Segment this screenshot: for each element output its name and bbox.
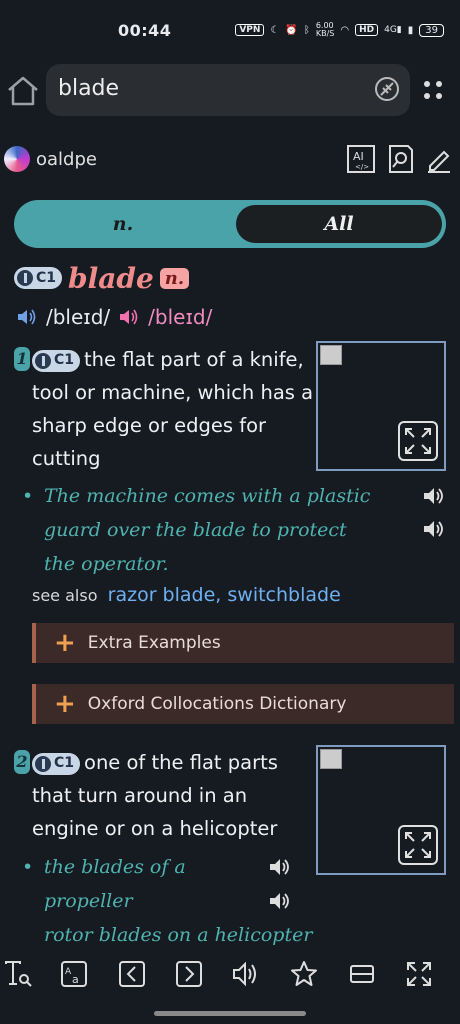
sense-number: 2 (14, 750, 30, 774)
expand-icon[interactable] (398, 421, 438, 461)
ipa-uk: /bleɪd/ (46, 305, 111, 329)
status-icons: VPN ☾ ⏰ ᛒ 6.00 KB/S ◠ HD 4G▮ ▮ 39 (235, 22, 444, 38)
key-icon (35, 352, 51, 369)
definition: C1 one of the flat parts that turn around… (32, 746, 317, 845)
moon-icon: ☾ (270, 24, 280, 36)
search-doc-icon[interactable] (386, 144, 416, 174)
dictionary-name[interactable]: oaldpe (36, 149, 97, 170)
net-speed: 6.00 KB/S (315, 21, 335, 38)
level-text: C1 (36, 270, 57, 286)
home-indicator[interactable] (154, 1011, 306, 1016)
pronunciation-row: /bleɪd/ /bleɪd/ (16, 302, 212, 332)
tab-noun[interactable]: n. (14, 200, 232, 248)
example: The machine comes with a plastic guard o… (44, 485, 371, 575)
svg-text:</>: </> (355, 163, 369, 171)
example-speaker-us-icon[interactable] (422, 518, 446, 540)
split-view-icon[interactable] (348, 960, 376, 988)
example-list-2b: • rotor blades on a helicopter (32, 924, 332, 946)
signal-icon: 4G▮ (384, 25, 402, 35)
pos-tabs: n. All (14, 200, 446, 248)
extra-examples-expander[interactable]: + Extra Examples (32, 623, 454, 663)
level-badge: C1 (32, 752, 81, 775)
next-icon[interactable] (175, 960, 203, 988)
level-badge: C1 (32, 349, 81, 372)
svg-text:a: a (72, 973, 79, 986)
svg-text:A: A (65, 967, 72, 977)
broken-image-icon (320, 749, 342, 769)
example-list-2: • the blades of a propeller (22, 850, 252, 918)
search-row: blade (0, 64, 460, 118)
speaker-uk-icon[interactable] (16, 307, 38, 327)
status-bar: 00:44 VPN ☾ ⏰ ᛒ 6.00 KB/S ◠ HD 4G▮ ▮ 39 (0, 0, 460, 60)
key-icon (17, 270, 33, 286)
ipa-us: /bleɪd/ (148, 305, 213, 329)
headword-line: C1 blade n. (14, 260, 190, 296)
clear-icon[interactable] (374, 76, 400, 102)
previous-icon[interactable] (118, 960, 146, 988)
edit-icon[interactable] (424, 144, 454, 174)
level-text: C1 (54, 352, 75, 368)
plus-icon: + (54, 628, 76, 658)
expand-icon[interactable] (398, 825, 438, 865)
bullet: • (32, 924, 33, 946)
font-size-icon[interactable]: Aa (60, 960, 88, 988)
example-speaker-uk-icon[interactable] (422, 485, 446, 507)
tab-all[interactable]: All (236, 205, 442, 243)
example-speaker-us-icon[interactable] (268, 890, 292, 912)
dictionary-header: oaldpe AI </> (0, 140, 460, 180)
more-dots-icon[interactable] (422, 78, 444, 102)
example: the blades of a propeller (44, 856, 186, 912)
see-also-link[interactable]: razor blade (108, 584, 216, 606)
bluetooth-icon: ᛒ (303, 24, 310, 36)
headword: blade (68, 261, 154, 295)
fullscreen-icon[interactable] (405, 960, 433, 988)
ai-translate-icon[interactable]: AI</> (346, 144, 376, 174)
part-of-speech: n. (159, 267, 190, 289)
sense-image[interactable] (316, 341, 446, 471)
broken-image-icon (320, 345, 342, 365)
bullet: • (22, 485, 34, 507)
separator: , (215, 584, 228, 606)
see-also-link[interactable]: switchblade (227, 584, 340, 606)
see-also-label: see also (32, 586, 98, 605)
alarm-icon: ⏰ (285, 24, 298, 36)
see-also: see also razor blade, switchblade (32, 584, 341, 606)
plus-icon: + (54, 689, 76, 719)
example-list-1: • The machine comes with a plastic guard… (22, 479, 372, 581)
text-search-icon[interactable] (4, 960, 32, 988)
dictionary-logo (4, 146, 30, 172)
hd-badge: HD (355, 24, 379, 36)
svg-text:AI: AI (353, 150, 364, 163)
sense-image[interactable] (316, 745, 446, 875)
battery-indicator: 39 (419, 23, 444, 37)
level-text: C1 (54, 755, 75, 771)
search-input[interactable]: blade (46, 64, 410, 116)
vpn-badge: VPN (235, 24, 265, 36)
home-icon[interactable] (6, 74, 40, 108)
collocations-expander[interactable]: + Oxford Collocations Dictionary (32, 684, 454, 724)
signal2-icon: ▮ (407, 24, 414, 36)
example-speaker-uk-icon[interactable] (268, 856, 292, 878)
search-query[interactable]: blade (58, 76, 119, 101)
status-time: 00:44 (118, 21, 172, 40)
expander-label: Oxford Collocations Dictionary (87, 694, 347, 714)
network-type: 4G (384, 25, 397, 35)
example: rotor blades on a helicopter (44, 924, 313, 946)
key-icon (35, 755, 51, 772)
sense-number: 1 (14, 347, 30, 371)
bottom-toolbar: Aa (0, 952, 460, 998)
bullet: • (22, 856, 34, 878)
definition: C1 the flat part of a knife, tool or mach… (32, 343, 317, 475)
speaker-icon[interactable] (232, 960, 260, 988)
wifi-icon: ◠ (340, 24, 350, 36)
star-icon[interactable] (290, 960, 318, 988)
speaker-us-icon[interactable] (118, 307, 140, 327)
expander-label: Extra Examples (87, 633, 221, 653)
level-badge: C1 (14, 267, 63, 289)
